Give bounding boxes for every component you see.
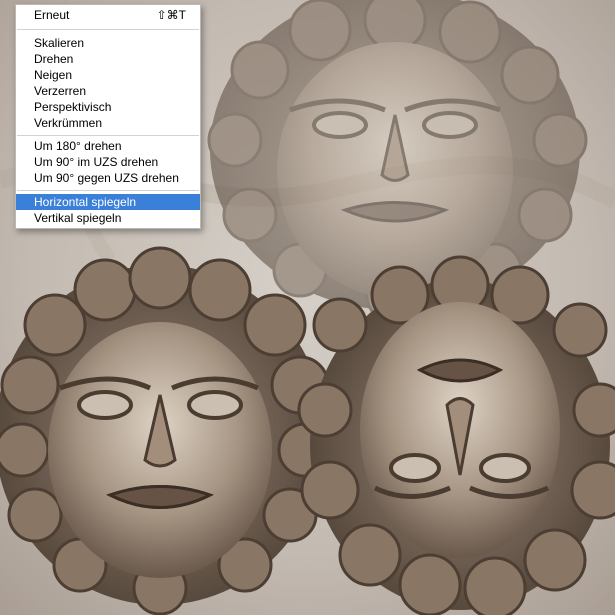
menu-item-warp[interactable]: Verkrümmen <box>16 115 200 131</box>
menu-item-scale[interactable]: Skalieren <box>16 35 200 51</box>
menu-separator <box>17 135 199 136</box>
menu-item-distort[interactable]: Verzerren <box>16 83 200 99</box>
transform-context-menu[interactable]: Erneut ⇧⌘T Skalieren Drehen Neigen Verze… <box>15 4 201 229</box>
menu-item-rotate[interactable]: Drehen <box>16 51 200 67</box>
menu-item-rotate-90-ccw[interactable]: Um 90° gegen UZS drehen <box>16 170 200 186</box>
menu-separator <box>17 29 199 30</box>
menu-item-repeat-shortcut: ⇧⌘T <box>156 8 186 22</box>
menu-item-flip-horizontal[interactable]: Horizontal spiegeln <box>16 194 200 210</box>
menu-item-rotate-90-cw[interactable]: Um 90° im UZS drehen <box>16 154 200 170</box>
menu-item-rotate-180[interactable]: Um 180° drehen <box>16 138 200 154</box>
menu-item-skew[interactable]: Neigen <box>16 67 200 83</box>
menu-item-repeat[interactable]: Erneut ⇧⌘T <box>16 7 200 23</box>
menu-item-flip-vertical[interactable]: Vertikal spiegeln <box>16 210 200 226</box>
menu-item-repeat-label: Erneut <box>34 8 70 22</box>
menu-separator <box>17 190 199 191</box>
right-head <box>297 255 615 615</box>
menu-item-perspective[interactable]: Perspektivisch <box>16 99 200 115</box>
